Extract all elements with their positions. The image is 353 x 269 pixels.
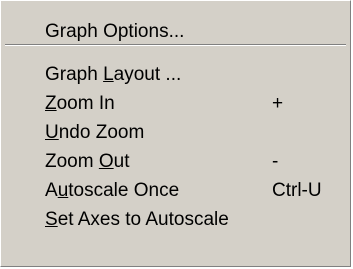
menu-item-label: Autoscale Once (45, 176, 179, 206)
menu-item-graph-layout[interactable]: Graph Layout ... (2, 60, 349, 90)
mnemonic-letter: u (57, 180, 69, 201)
menu-item-zoom-out[interactable]: Zoom Out - (2, 147, 349, 177)
shortcut-key: Ctrl-U (272, 180, 322, 201)
menu-item-undo-zoom[interactable]: Undo Zoom (2, 118, 349, 148)
menu-separator (5, 44, 346, 46)
menu-item-label: Zoom In (45, 89, 115, 119)
shortcut-key: + (272, 93, 284, 114)
menu-item-graph-options[interactable]: Graph Options... (2, 17, 349, 47)
label-text: et Axes to Autoscale (57, 209, 229, 230)
menu-item-label: Zoom Out (45, 147, 130, 177)
shortcut-key: - (272, 151, 279, 172)
menu-item-set-axes-to-autoscale[interactable]: Set Axes to Autoscale (2, 205, 349, 235)
menu-item-label: Set Axes to Autoscale (45, 205, 229, 235)
label-text: oom In (56, 93, 115, 114)
label-text: toscale Once (68, 180, 180, 201)
mnemonic-letter: Z (45, 93, 57, 114)
context-menu: Graph Options... Graph Layout ... Zoom I… (0, 0, 351, 267)
menu-item-label: Undo Zoom (45, 118, 144, 148)
mnemonic-letter: L (103, 64, 114, 85)
mnemonic-letter: S (45, 209, 58, 230)
menu-item-label: Graph Layout ... (45, 60, 181, 90)
menu-item-label: Graph Options... (45, 17, 184, 47)
label-text: Graph Options... (45, 21, 185, 42)
label-text: ndo Zoom (58, 122, 145, 143)
label-text: Zoom (45, 151, 99, 172)
label-text: ayout ... (113, 64, 182, 85)
mnemonic-letter: O (98, 151, 114, 172)
label-text: A (45, 180, 58, 201)
menu-item-zoom-in[interactable]: Zoom In + (2, 89, 349, 119)
label-text: Graph (45, 64, 104, 85)
menu-item-autoscale-once[interactable]: Autoscale Once Ctrl-U (2, 176, 349, 206)
label-text: ut (113, 151, 130, 172)
mnemonic-letter: U (45, 122, 59, 143)
